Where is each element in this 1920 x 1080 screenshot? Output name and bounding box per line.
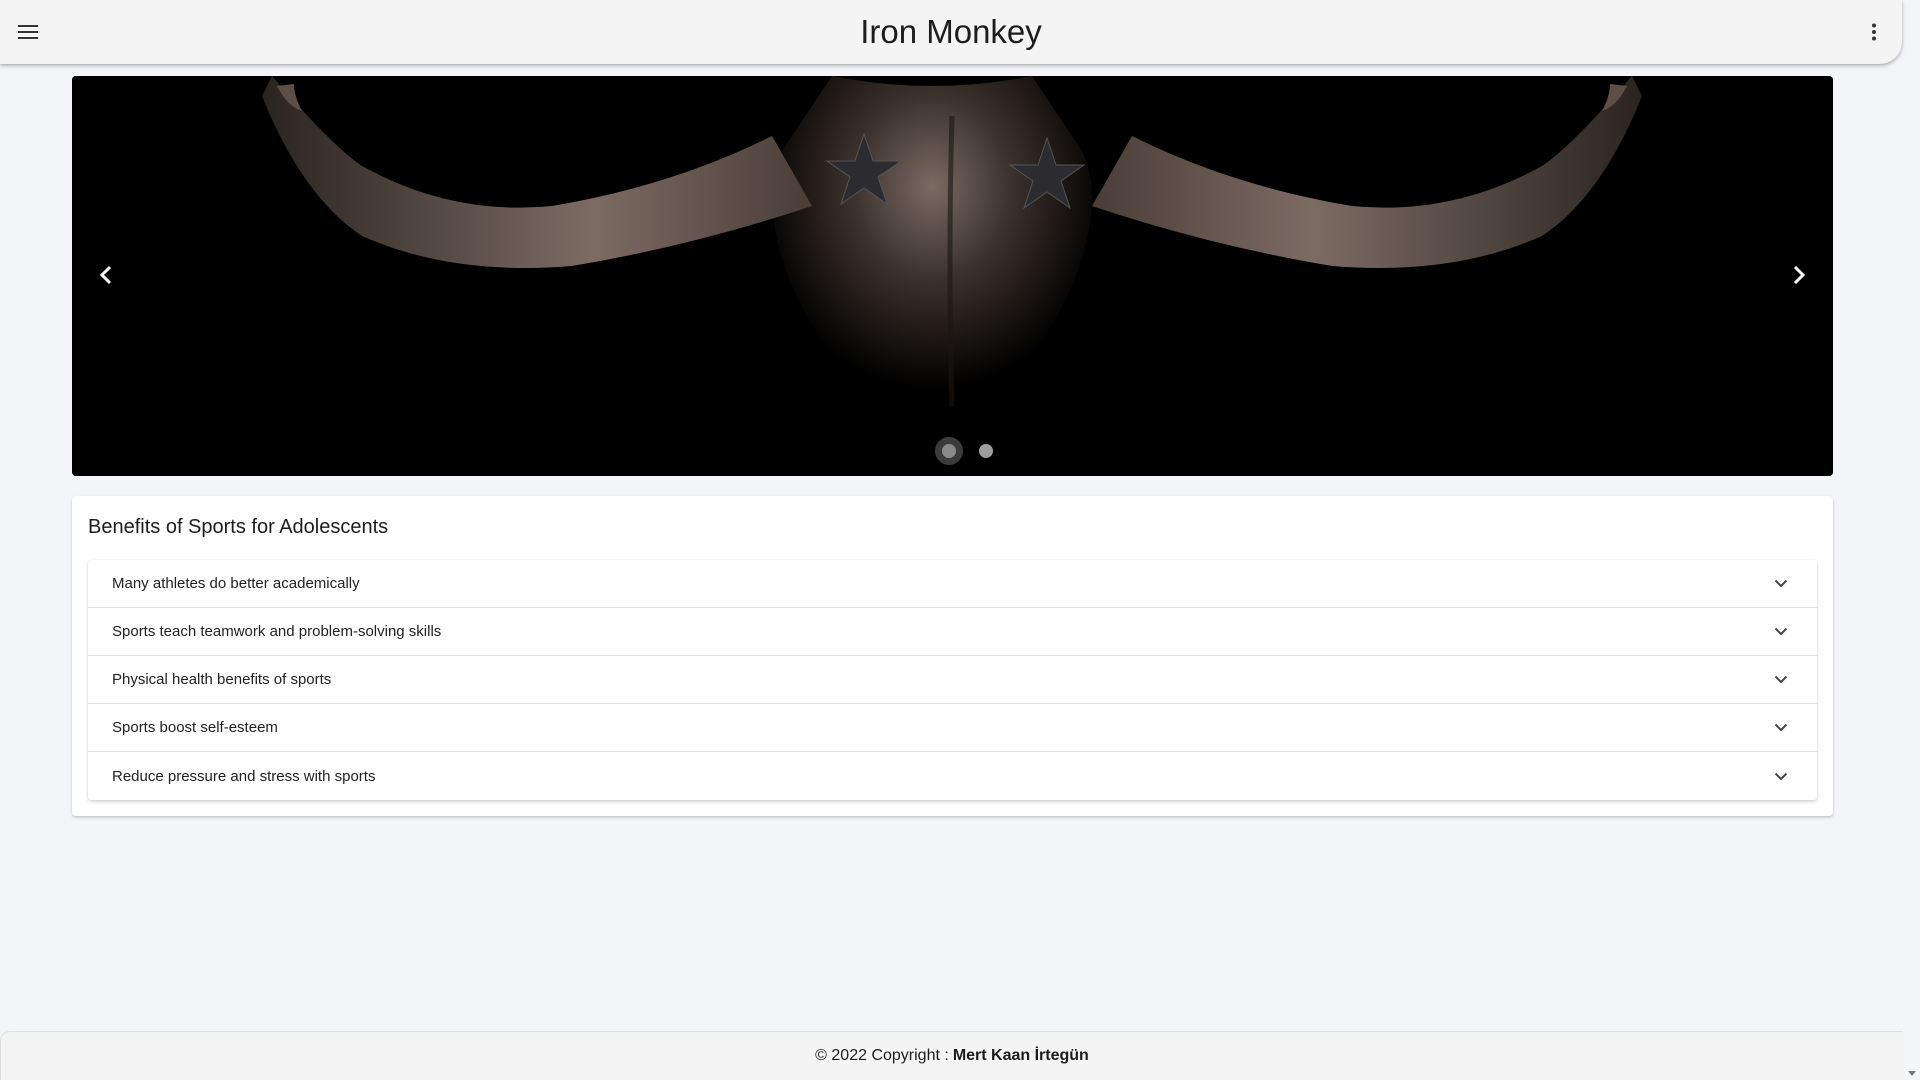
chevron-left-icon xyxy=(99,265,112,285)
accordion-item[interactable]: Physical health benefits of sports xyxy=(88,656,1817,704)
benefits-title: Benefits of Sports for Adolescents xyxy=(88,516,389,538)
footer-copyright: © 2022 Copyright : xyxy=(815,1047,949,1064)
chevron-down-icon xyxy=(1769,668,1793,692)
app-title: Iron Monkey xyxy=(860,13,1042,50)
accordion-item[interactable]: Reduce pressure and stress with sports xyxy=(88,752,1817,800)
menu-button[interactable] xyxy=(10,12,46,52)
caret-down-icon xyxy=(1908,1070,1916,1076)
accordion-item-label: Reduce pressure and stress with sports xyxy=(112,767,376,785)
carousel-next-button[interactable] xyxy=(1773,249,1825,301)
benefits-accordion: Many athletes do better academically Spo… xyxy=(88,560,1817,800)
app-bar: Iron Monkey xyxy=(0,0,1902,64)
scroll-down-arrow[interactable] xyxy=(1907,1068,1917,1078)
more-vert-icon xyxy=(1872,23,1876,41)
benefits-card: Benefits of Sports for Adolescents Many … xyxy=(72,496,1833,816)
footer: © 2022 Copyright : Mert Kaan İrtegün xyxy=(0,1031,1903,1080)
chevron-down-icon xyxy=(1769,716,1793,740)
accordion-item[interactable]: Many athletes do better academically xyxy=(88,560,1817,608)
accordion-item-label: Many athletes do better academically xyxy=(112,575,360,592)
footer-author: Mert Kaan İrtegün xyxy=(952,1047,1089,1064)
carousel-prev-button[interactable] xyxy=(80,249,132,301)
carousel-indicator-2[interactable] xyxy=(978,444,993,458)
chevron-down-icon xyxy=(1769,764,1793,788)
page-scrollbar[interactable] xyxy=(1904,0,1920,1080)
carousel-indicator-1[interactable] xyxy=(934,437,963,465)
image-carousel xyxy=(72,76,1833,476)
menu-icon xyxy=(18,25,38,39)
chevron-right-icon xyxy=(1793,265,1806,285)
chevron-down-icon xyxy=(1769,620,1793,644)
accordion-item-label: Physical health benefits of sports xyxy=(112,671,332,688)
accordion-item-label: Sports teach teamwork and problem-solvin… xyxy=(112,623,442,640)
accordion-item[interactable]: Sports teach teamwork and problem-solvin… xyxy=(88,608,1817,656)
accordion-item[interactable]: Sports boost self-esteem xyxy=(88,704,1817,752)
chevron-down-icon xyxy=(1769,572,1793,596)
accordion-item-label: Sports boost self-esteem xyxy=(112,719,278,736)
carousel-indicators xyxy=(72,436,1833,466)
hero-image xyxy=(72,76,1833,476)
more-options-button[interactable] xyxy=(1856,12,1892,52)
